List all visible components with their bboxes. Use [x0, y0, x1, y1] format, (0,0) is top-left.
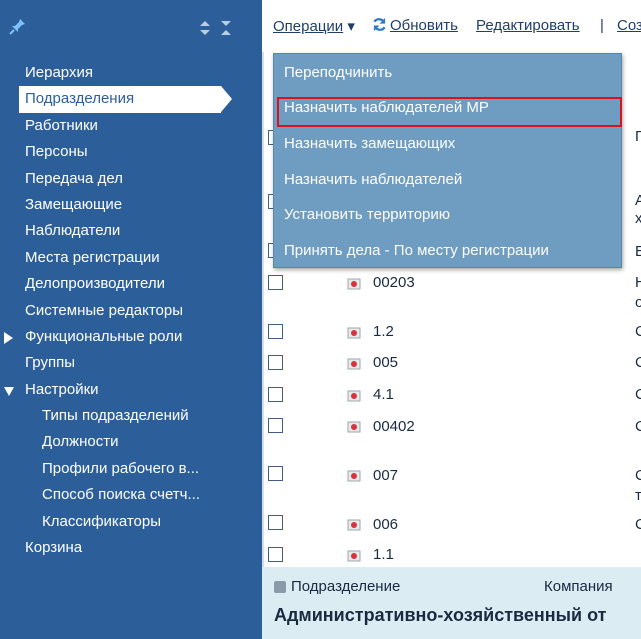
row-text-fragment: т — [635, 487, 641, 504]
toolbar-separator: | — [600, 17, 604, 34]
department-icon — [347, 390, 361, 402]
row-checkbox[interactable] — [268, 466, 283, 481]
sidebar-item-groups[interactable]: Группы — [0, 350, 262, 376]
row-code: 1.1 — [373, 546, 394, 563]
row-checkbox[interactable] — [268, 355, 283, 370]
row-checkbox[interactable] — [268, 387, 283, 402]
sidebar-item-department-types[interactable]: Типы подразделений — [0, 403, 262, 429]
menu-item-assign-mr-observers[interactable]: Назначить наблюдателей МР — [284, 99, 489, 116]
row-checkbox[interactable] — [268, 547, 283, 562]
menu-item-assign-observers[interactable]: Назначить наблюдателей — [284, 171, 462, 188]
sidebar-item-classifiers[interactable]: Классификаторы — [0, 509, 262, 535]
sidebar-item-functional-roles[interactable]: Функциональные роли — [0, 324, 262, 350]
sidebar-item-hierarchy[interactable]: Иерархия — [0, 60, 262, 86]
toolbar: Операции ▾ Обновить Редактировать | Соз — [262, 0, 641, 52]
department-icon — [347, 327, 361, 339]
company-label: Компания — [544, 578, 613, 595]
department-title: Административно-хозяйственный от — [274, 605, 607, 625]
department-type-icon — [274, 581, 286, 593]
sidebar-item-label: Настройки — [25, 380, 99, 398]
edit-label: Редактировать — [476, 17, 580, 34]
sidebar-header — [0, 0, 262, 52]
create-label: Соз — [617, 17, 641, 34]
sidebar-item-substitutes[interactable]: Замещающие — [0, 192, 262, 218]
sidebar-item-label: Функциональные роли — [25, 327, 183, 345]
menu-item-assign-substitutes[interactable]: Назначить замещающих — [284, 135, 455, 152]
row-code: 00203 — [373, 274, 415, 291]
row-text-fragment: С — [635, 386, 641, 403]
department-icon — [347, 278, 361, 290]
operations-menu-button[interactable]: Операции ▾ — [273, 17, 355, 35]
edit-button[interactable]: Редактировать — [476, 17, 580, 34]
refresh-button[interactable]: Обновить — [372, 17, 458, 34]
expand-arrow-icon[interactable] — [4, 331, 13, 344]
row-code: 4.1 — [373, 386, 394, 403]
sidebar-item-workplace-profiles[interactable]: Профили рабочего в... — [0, 456, 262, 482]
collapse-arrow-icon[interactable] — [4, 386, 14, 396]
menu-item-resubordinate[interactable]: Переподчинить — [284, 64, 392, 81]
sidebar-item-system-editors[interactable]: Системные редакторы — [0, 298, 262, 324]
row-text-fragment: С — [635, 354, 641, 371]
refresh-label: Обновить — [390, 17, 458, 34]
department-icon — [347, 358, 361, 370]
department-icon — [347, 550, 361, 562]
row-text-fragment: Н — [635, 274, 641, 291]
row-text-fragment: о — [635, 294, 641, 311]
sidebar-item-positions[interactable]: Должности — [0, 429, 262, 455]
row-checkbox[interactable] — [268, 275, 283, 290]
row-text-fragment: х — [635, 210, 641, 227]
sidebar: Иерархия Подразделения Работники Персоны… — [0, 0, 262, 639]
row-code: 007 — [373, 467, 399, 484]
row-text-fragment: С — [635, 516, 641, 533]
department-type-label: Подразделение — [291, 578, 401, 595]
row-checkbox[interactable] — [268, 324, 283, 339]
sidebar-item-clerks[interactable]: Делопроизводители — [0, 271, 262, 297]
sidebar-item-trash[interactable]: Корзина — [0, 535, 262, 561]
row-text-fragment: С — [635, 467, 641, 484]
dropdown-arrow-icon: ▾ — [347, 18, 355, 35]
collapse-all-icon[interactable] — [219, 19, 233, 37]
menu-item-set-territory[interactable]: Установить территорию — [284, 206, 450, 223]
sidebar-item-employees[interactable]: Работники — [0, 113, 262, 139]
operations-dropdown-menu: Переподчинить Назначить наблюдателей МР … — [273, 53, 622, 268]
row-text-fragment: С — [635, 418, 641, 435]
sidebar-item-departments[interactable]: Подразделения — [19, 86, 232, 113]
row-code: 005 — [373, 354, 399, 371]
row-code: 006 — [373, 516, 399, 533]
sidebar-item-counter-search[interactable]: Способ поиска счетч... — [0, 482, 262, 508]
department-icon — [347, 421, 361, 433]
row-text-fragment: С — [635, 323, 641, 340]
sidebar-nav: Иерархия Подразделения Работники Персоны… — [0, 60, 262, 561]
details-panel: Подразделение Компания Административно-х… — [262, 567, 641, 639]
refresh-icon — [373, 17, 386, 32]
row-checkbox[interactable] — [268, 418, 283, 433]
department-icon — [347, 519, 361, 531]
pin-icon[interactable] — [9, 17, 27, 35]
content-left-border — [262, 52, 264, 567]
operations-label: Операции — [273, 18, 344, 35]
row-text-fragment: А — [635, 192, 641, 209]
menu-item-accept-cases[interactable]: Принять дела - По месту регистрации — [284, 242, 549, 259]
sidebar-item-persons[interactable]: Персоны — [0, 139, 262, 165]
row-checkbox[interactable] — [268, 515, 283, 530]
column-header-fragment[interactable]: П — [635, 128, 641, 145]
sidebar-item-case-transfer[interactable]: Передача дел — [0, 166, 262, 192]
department-icon — [347, 470, 361, 482]
sidebar-item-observers[interactable]: Наблюдатели — [0, 218, 262, 244]
row-code: 1.2 — [373, 323, 394, 340]
row-code: 00402 — [373, 418, 415, 435]
row-text-fragment: Б — [635, 243, 641, 260]
create-button[interactable]: Соз — [617, 17, 641, 34]
expand-all-icon[interactable] — [198, 19, 212, 37]
sidebar-item-registration-places[interactable]: Места регистрации — [0, 245, 262, 271]
sidebar-item-settings[interactable]: Настройки — [0, 377, 262, 403]
